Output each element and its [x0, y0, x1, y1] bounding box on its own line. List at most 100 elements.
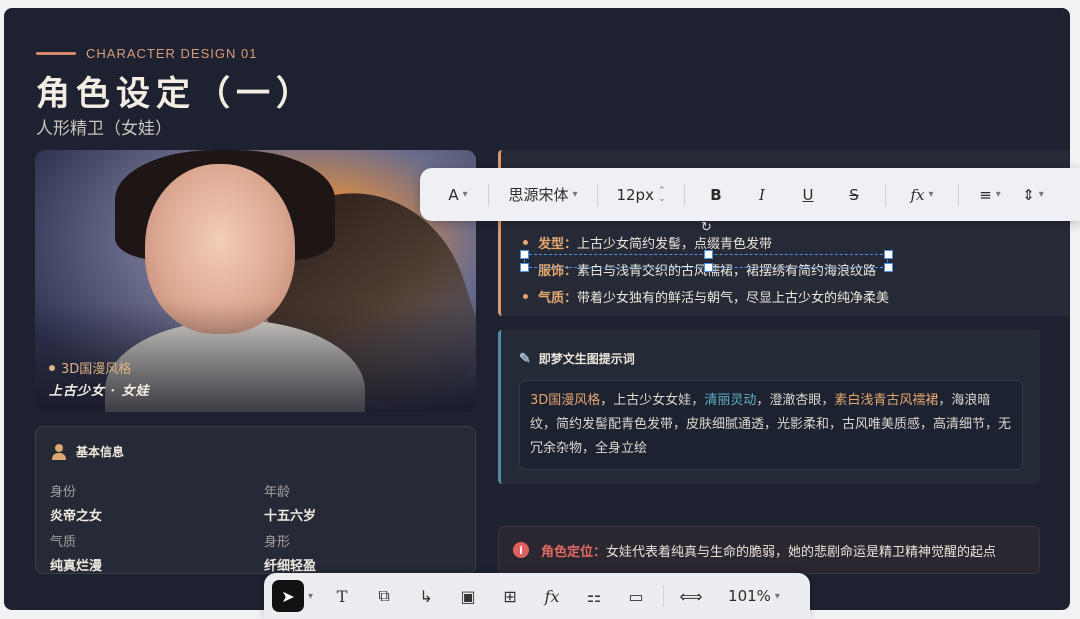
field-figure: 身形 纤细轻盈 — [264, 531, 316, 574]
italic-button[interactable]: I — [739, 179, 785, 211]
field-temperament: 气质 纯真烂漫 — [50, 531, 102, 574]
underline-button[interactable]: U — [785, 179, 831, 211]
strikethrough-icon: S — [849, 185, 859, 204]
bold-icon: B — [710, 185, 722, 204]
field-value: 炎帝之女 — [50, 509, 103, 524]
font-family-select[interactable]: 思源宋体 ▾ — [497, 179, 589, 211]
trait-item: 气质：带着少女独有的鲜活与朝气，尽显上古少女的纯净柔美 — [523, 287, 889, 306]
prompt-title: 即梦文生图提示词 — [538, 352, 635, 366]
resize-handle-sw[interactable] — [520, 263, 529, 272]
divider — [597, 183, 598, 206]
chevron-down-icon: ▾ — [928, 189, 934, 200]
chevron-down-icon: ▾ — [774, 590, 780, 602]
character-portrait[interactable]: 3D国漫风格 上古少女 · 女娃 — [35, 150, 476, 412]
font-color-button[interactable]: A ▾ — [436, 179, 480, 211]
cursor-icon: ➤ — [281, 586, 295, 606]
table-icon: ⊞ — [503, 586, 517, 606]
info-icon: i — [513, 542, 529, 558]
slide-canvas[interactable]: CHARACTER DESIGN 01 角色设定（一） 人形精卫（女娃） 3D国… — [4, 8, 1070, 610]
field-age: 年龄 十五六岁 — [264, 481, 316, 524]
connector-icon: ↳ — [419, 586, 433, 606]
stepper-arrows-icon: ⌃ ⌄ — [657, 185, 666, 204]
bold-button[interactable]: B — [693, 179, 739, 211]
trait-item: 发型：上古少女简约发髻，点缀青色发带 — [523, 233, 772, 252]
info-card-heading: 基本信息 — [52, 443, 124, 460]
text-tool-button[interactable]: T — [321, 579, 363, 613]
resize-handle-n[interactable] — [704, 250, 713, 259]
image-icon: ▣ — [460, 586, 476, 606]
line-spacing-icon: ⇕ — [1022, 185, 1035, 204]
prompt-highlight: 3D国漫风格 — [530, 393, 601, 408]
components-tool-button[interactable]: ⚏ — [573, 579, 615, 613]
field-value: 十五六岁 — [264, 509, 317, 524]
formula-tool-button[interactable]: fx — [531, 579, 573, 613]
text-format-toolbar: A ▾ 思源宋体 ▾ 12px ⌃ ⌄ B I U S fx ▾ ≡ ▾ ⇕ ▾ — [420, 168, 1080, 221]
user-icon — [52, 443, 66, 460]
rotate-handle-icon[interactable]: ↻ — [701, 220, 712, 235]
bullet-dot — [523, 240, 528, 245]
field-key: 年龄 — [264, 485, 291, 500]
zoom-select[interactable]: 101% ▾ — [728, 587, 780, 605]
table-tool-button[interactable]: ⊞ — [489, 579, 531, 613]
connector-tool-button[interactable]: ↳ — [405, 579, 447, 613]
prompt-card[interactable]: ✎ 即梦文生图提示词 3D国漫风格，上古少女女娃，清丽灵动，澄澈杏眼，素白浅青古… — [498, 330, 1040, 484]
field-key: 身形 — [264, 535, 291, 550]
trait-key: 发型： — [538, 237, 578, 252]
field-key: 身份 — [50, 485, 77, 500]
field-value: 纤细轻盈 — [264, 559, 317, 574]
resize-handle-s[interactable] — [704, 263, 713, 272]
eyebrow: CHARACTER DESIGN 01 — [36, 46, 257, 61]
shape-tool-button[interactable]: ⧉ — [363, 579, 405, 613]
resize-handle-ne[interactable] — [884, 250, 893, 259]
prompt-heading: ✎ 即梦文生图提示词 — [519, 350, 635, 367]
line-spacing-button[interactable]: ⇕ ▾ — [1013, 179, 1053, 211]
pencil-icon: ✎ — [519, 350, 531, 367]
prompt-segment: ，澄澈杏眼， — [756, 393, 835, 408]
text-icon: T — [336, 586, 348, 606]
role-value: 女娃代表着纯真与生命的脆弱，她的悲剧命运是精卫精神觉醒的起点 — [606, 544, 997, 560]
fit-width-button[interactable]: ⟺ — [670, 579, 712, 613]
resize-handle-nw[interactable] — [520, 250, 529, 259]
chevron-down-icon: ▾ — [572, 189, 578, 200]
font-size-stepper[interactable]: 12px ⌃ ⌄ — [606, 179, 676, 211]
role-positioning-card[interactable]: i 角色定位：女娃代表着纯真与生命的脆弱，她的悲剧命运是精卫精神觉醒的起点 — [498, 526, 1040, 574]
divider — [684, 183, 685, 206]
prompt-highlight: 清丽灵动 — [704, 393, 757, 408]
field-value: 纯真烂漫 — [50, 559, 103, 574]
prompt-segment: ，上古少女女娃， — [600, 393, 705, 408]
italic-icon: I — [759, 185, 765, 204]
shape-icon: ⧉ — [378, 586, 390, 605]
portrait-tag: 3D国漫风格 — [49, 358, 131, 377]
divider — [663, 585, 665, 607]
divider — [488, 183, 489, 206]
field-key: 气质 — [50, 535, 77, 550]
components-icon: ⚏ — [586, 586, 602, 606]
eyebrow-line — [36, 52, 76, 55]
font-family-value: 思源宋体 — [508, 186, 569, 204]
trait-key: 气质： — [538, 291, 578, 306]
formula-icon: fx — [910, 185, 925, 204]
strikethrough-button[interactable]: S — [831, 179, 877, 211]
chevron-down-icon: ▾ — [995, 189, 1001, 200]
chevron-down-icon: ▾ — [1038, 189, 1044, 200]
bullet-dot — [523, 294, 528, 299]
eyebrow-text: CHARACTER DESIGN 01 — [86, 46, 258, 61]
trait-value: 上古少女简约发髻，点缀青色发带 — [577, 237, 773, 252]
formula-icon: fx — [544, 586, 560, 606]
formula-button[interactable]: fx ▾ — [894, 179, 950, 211]
trait-value: 带着少女独有的鲜活与朝气，尽显上古少女的纯净柔美 — [577, 291, 890, 306]
embed-icon: ▭ — [628, 586, 644, 606]
tag-dot — [49, 364, 55, 371]
field-identity: 身份 炎帝之女 — [50, 481, 102, 524]
resize-handle-se[interactable] — [884, 263, 893, 272]
info-card-title: 基本信息 — [76, 445, 125, 459]
image-tool-button[interactable]: ▣ — [447, 579, 489, 613]
align-button[interactable]: ≡ ▾ — [967, 179, 1013, 211]
portrait-caption: 上古少女 · 女娃 — [49, 384, 150, 399]
embed-tool-button[interactable]: ▭ — [615, 579, 657, 613]
select-tool-button[interactable]: ➤ — [272, 580, 304, 612]
chevron-down-icon[interactable]: ▾ — [308, 591, 313, 602]
prompt-text[interactable]: 3D国漫风格，上古少女女娃，清丽灵动，澄澈杏眼，素白浅青古风襦裙，海浪暗纹，简约… — [519, 380, 1023, 470]
page-subtitle: 人形精卫（女娃） — [36, 119, 172, 139]
basic-info-card[interactable]: 基本信息 身份 炎帝之女 年龄 十五六岁 气质 纯真烂漫 身形 纤细轻盈 — [35, 426, 476, 574]
